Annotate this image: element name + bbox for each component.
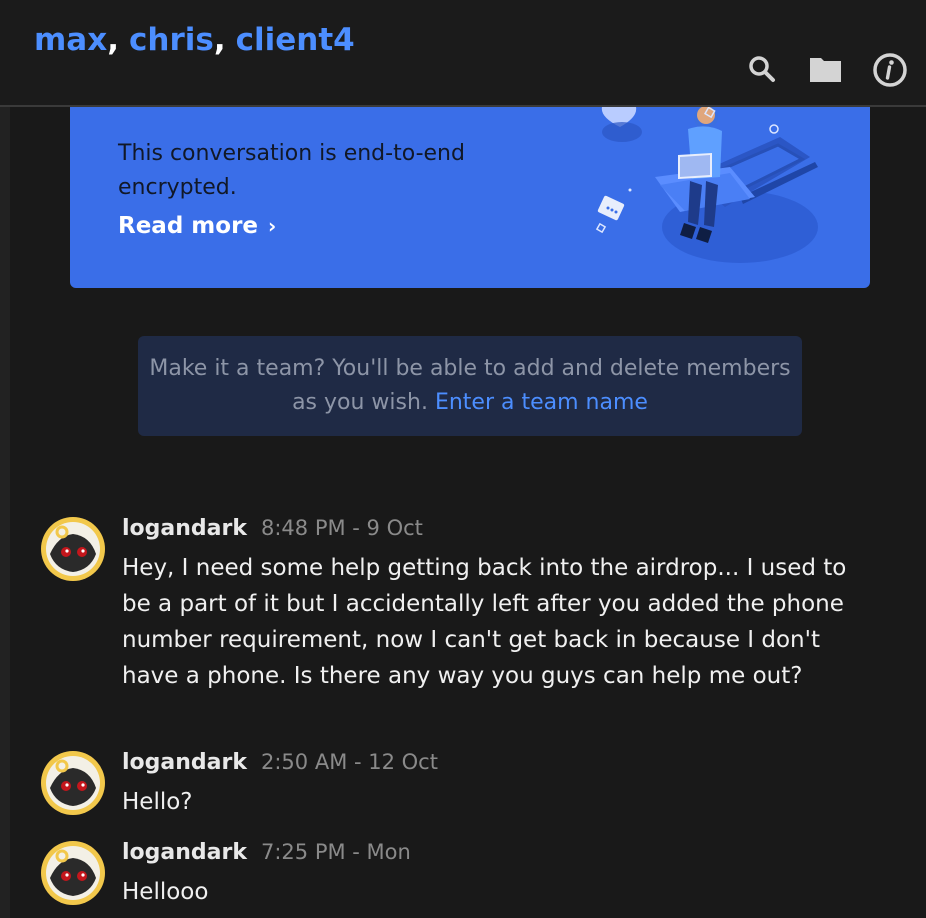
message-timestamp: 8:48 PM - 9 Oct xyxy=(261,516,423,540)
message-text: Hello? xyxy=(122,789,193,815)
encryption-banner: This conversation is end-to-end encrypte… xyxy=(70,107,870,288)
conversation-header: max, chris, client4 xyxy=(0,0,926,107)
message-text: Hey, I need some help getting back into … xyxy=(122,555,847,689)
message-author[interactable]: logandark xyxy=(122,516,247,541)
message-header: logandark 8:48 PM - 9 Oct xyxy=(122,516,423,541)
read-more-label: Read more xyxy=(118,213,259,239)
avatar[interactable] xyxy=(40,750,106,816)
message-header: logandark 7:25 PM - Mon xyxy=(122,840,411,865)
message-item: logandark 7:25 PM - Mon Hellooo xyxy=(40,840,880,910)
enter-team-name-link[interactable]: Enter a team name xyxy=(435,390,648,415)
message-timestamp: 2:50 AM - 12 Oct xyxy=(261,750,438,774)
message-author[interactable]: logandark xyxy=(122,840,247,865)
info-icon[interactable] xyxy=(872,52,907,87)
avatar[interactable] xyxy=(40,840,106,906)
conversation-title[interactable]: max, chris, client4 xyxy=(34,22,355,58)
participant-name[interactable]: client4 xyxy=(236,22,355,58)
participant-name[interactable]: max xyxy=(34,22,107,58)
message-item: logandark 2:50 AM - 12 Oct Hello? xyxy=(40,750,880,820)
avatar[interactable] xyxy=(40,516,106,582)
message-author[interactable]: logandark xyxy=(122,750,247,775)
participant-name[interactable]: chris xyxy=(129,22,214,58)
read-more-link[interactable]: Read more › xyxy=(118,213,276,239)
participant-separator: , xyxy=(107,22,119,58)
encryption-banner-text: This conversation is end-to-end encrypte… xyxy=(118,141,465,200)
make-team-prompt: Make it a team? You'll be able to add an… xyxy=(138,336,802,436)
participant-separator: , xyxy=(213,22,226,58)
message-text: Hellooo xyxy=(122,879,209,905)
message-item: logandark 8:48 PM - 9 Oct Hey, I need som… xyxy=(40,516,880,726)
message-timestamp: 7:25 PM - Mon xyxy=(261,840,411,864)
conversation-scroll-rail xyxy=(0,107,10,918)
chevron-right-icon: › xyxy=(268,214,277,238)
folder-icon[interactable] xyxy=(808,52,842,86)
encryption-illustration xyxy=(595,107,818,263)
message-header: logandark 2:50 AM - 12 Oct xyxy=(122,750,438,775)
search-icon[interactable] xyxy=(745,52,779,86)
